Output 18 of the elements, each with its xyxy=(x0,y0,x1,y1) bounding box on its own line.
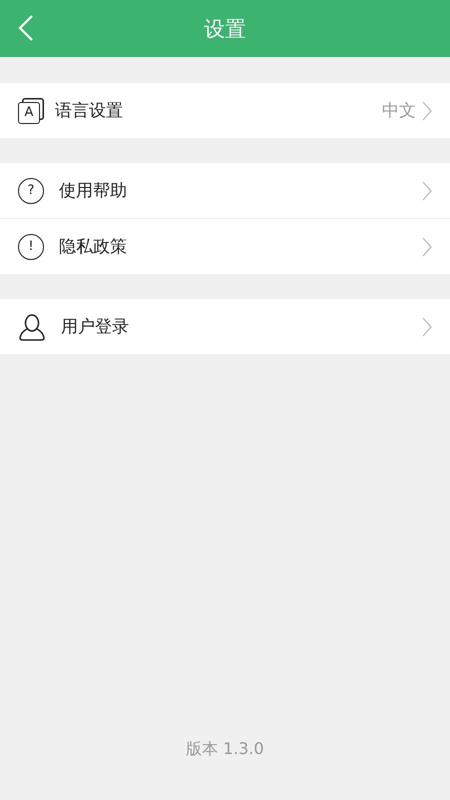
settings-row[interactable]: ? 使用帮助 xyxy=(0,163,450,218)
row-value: 中文 xyxy=(382,100,416,122)
chevron-right-icon xyxy=(422,180,432,200)
row-label: 语言设置 xyxy=(55,100,124,122)
circle-icon: ? xyxy=(18,178,44,204)
settings-row[interactable]: 用户登录 xyxy=(0,299,450,354)
row-label: 隐私政策 xyxy=(59,236,128,258)
row-label: 用户登录 xyxy=(61,316,130,338)
row-label: 使用帮助 xyxy=(59,180,128,202)
settings-row[interactable]: A 语言设置 中文 xyxy=(0,83,450,138)
user-icon xyxy=(18,312,46,340)
settings-row[interactable]: ! 隐私政策 xyxy=(0,218,450,274)
chevron-right-icon xyxy=(422,236,432,256)
page-title: 设置 xyxy=(204,16,246,42)
version-text: 版本 1.3.0 xyxy=(186,739,264,760)
chevron-right-icon xyxy=(422,316,432,336)
chevron-right-icon xyxy=(422,100,432,120)
circle-icon: ! xyxy=(18,234,44,260)
